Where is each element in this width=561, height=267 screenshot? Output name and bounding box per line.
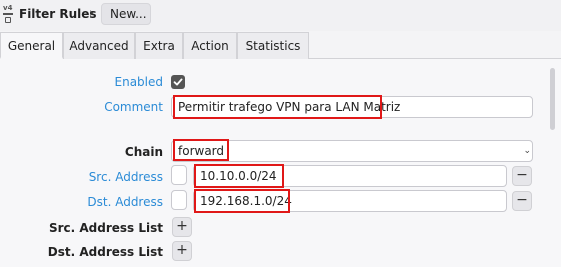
src-address-list-add-button[interactable]: + [172, 217, 192, 237]
breadcrumb-new[interactable]: New... [101, 3, 151, 25]
chain-select[interactable]: forward [171, 140, 533, 162]
vertical-scrollbar[interactable] [550, 68, 555, 130]
comment-input[interactable]: Permitir trafego VPN para LAN Matriz [171, 96, 533, 118]
dst-address-list-add-button[interactable]: + [172, 241, 192, 261]
tab-advanced[interactable]: Advanced [63, 32, 135, 59]
tab-statistics[interactable]: Statistics [237, 32, 309, 59]
src-address-invert-toggle[interactable] [171, 165, 187, 185]
tab-action[interactable]: Action [183, 32, 237, 59]
dst-address-list-label: Dst. Address List [47, 245, 163, 259]
top-bar: v4 Filter Rules › New... [0, 0, 561, 31]
dst-address-label: Dst. Address [87, 195, 163, 209]
checkmark-icon [173, 78, 183, 86]
src-address-list-label: Src. Address List [48, 221, 163, 235]
enabled-label: Enabled [114, 75, 164, 89]
src-address-input[interactable]: 10.10.0.0/24 [193, 165, 507, 187]
tab-extra[interactable]: Extra [135, 32, 183, 59]
general-panel [0, 59, 561, 267]
dst-address-remove-button[interactable]: − [512, 191, 532, 211]
chevron-down-icon[interactable]: ⌄ [523, 146, 531, 156]
src-address-label: Src. Address [88, 170, 163, 184]
dst-address-invert-toggle[interactable] [171, 190, 187, 210]
chain-label: Chain [124, 145, 163, 159]
enabled-checkbox[interactable] [171, 75, 185, 89]
comment-label: Comment [104, 100, 163, 114]
src-address-remove-button[interactable]: − [512, 166, 532, 186]
tab-general[interactable]: General [0, 32, 63, 59]
ip-v4-logo-icon: v4 [3, 4, 16, 24]
breadcrumb-chevron-icon: › [89, 6, 95, 21]
page-title[interactable]: Filter Rules [19, 7, 97, 21]
dst-address-input[interactable]: 192.168.1.0/24 [193, 190, 507, 212]
logo-text: v4 [3, 4, 13, 12]
